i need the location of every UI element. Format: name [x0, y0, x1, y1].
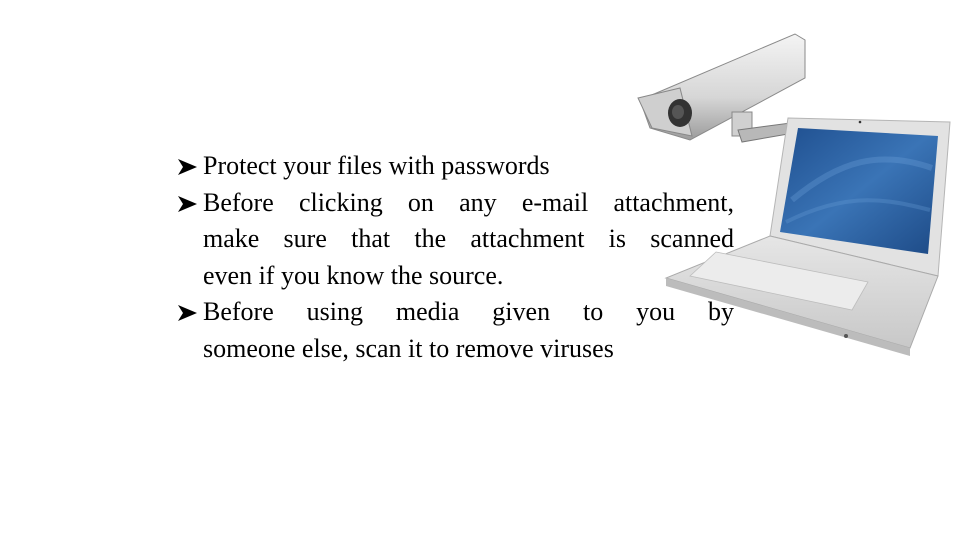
bullet-text: Before using media given to you by: [203, 297, 734, 326]
slide: Protect your files with passwords Before…: [0, 0, 960, 540]
bullet-text: make sure that the attachment is scanned: [203, 224, 734, 253]
arrowhead-bullet-icon: [178, 305, 197, 321]
security-camera-icon: [637, 33, 806, 143]
bullet-text: even if you know the source.: [203, 260, 504, 290]
bullet-text: Protect your files with passwords: [203, 151, 550, 180]
bullet-item: Before using media given to you by someo…: [176, 294, 734, 367]
bullet-item: Before clicking on any e-mail attachment…: [176, 185, 734, 295]
arrowhead-bullet-icon: [178, 159, 197, 175]
bullet-item: Protect your files with passwords: [176, 148, 734, 185]
bullet-text: Before clicking on any e-mail attachment…: [203, 187, 734, 217]
arrowhead-bullet-icon: [178, 195, 197, 212]
bullet-list: Protect your files with passwords Before…: [176, 148, 734, 367]
bullet-text: someone else, scan it to remove viruses: [203, 333, 614, 363]
